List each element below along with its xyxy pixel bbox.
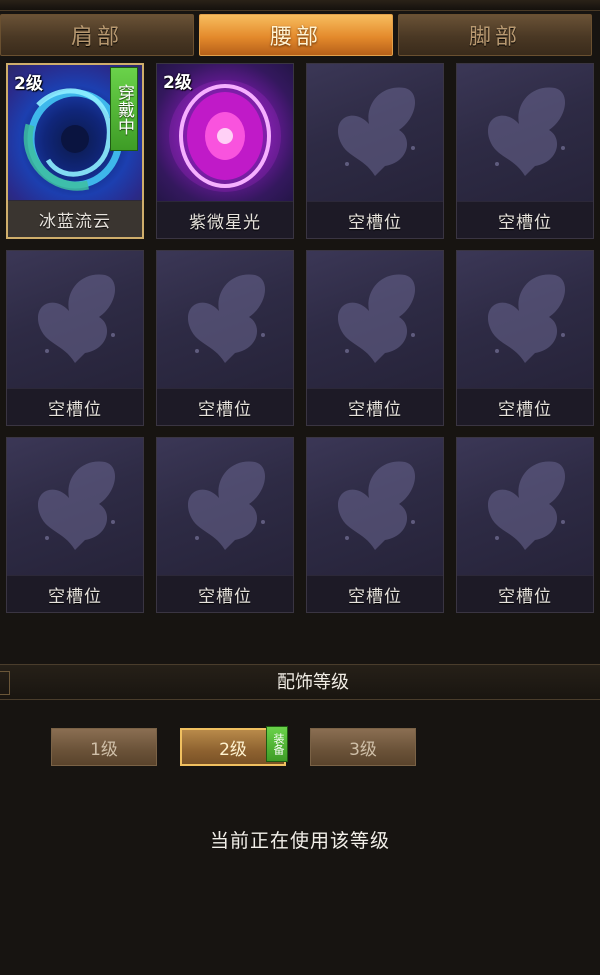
butterfly-placeholder-icon [7, 251, 143, 389]
butterfly-placeholder-icon [307, 438, 443, 576]
butterfly-placeholder-icon [457, 438, 593, 576]
butterfly-placeholder-icon [157, 438, 293, 576]
butterfly-placeholder-icon [457, 64, 593, 202]
tab-feet[interactable]: 脚部 [398, 14, 592, 56]
butterfly-placeholder-icon [307, 64, 443, 202]
slot-name: 空槽位 [457, 201, 593, 238]
level-1-button[interactable]: 1级 [51, 728, 157, 766]
slot-name: 空槽位 [307, 575, 443, 612]
butterfly-placeholder-icon [307, 251, 443, 389]
empty-slot[interactable]: 空槽位 [6, 437, 144, 613]
slot-name: 空槽位 [307, 201, 443, 238]
empty-slot[interactable]: 空槽位 [456, 63, 594, 239]
butterfly-placeholder-icon [7, 438, 143, 576]
level-badge: 2级 [163, 73, 192, 93]
slot-name: 空槽位 [7, 575, 143, 612]
empty-slot[interactable]: 空槽位 [156, 250, 294, 426]
top-frame-rule [0, 0, 600, 11]
level-3-button[interactable]: 3级 [310, 728, 416, 766]
slot-name: 紫微星光 [157, 201, 293, 238]
empty-slot[interactable]: 空槽位 [306, 63, 444, 239]
butterfly-placeholder-icon [457, 251, 593, 389]
slot-card[interactable]: 2级 紫微星光 [156, 63, 294, 239]
slot-name: 空槽位 [7, 388, 143, 425]
slot-card-selected[interactable]: 2级 穿戴中 冰蓝流云 [6, 63, 144, 239]
level-section-header: 配饰等级 [0, 664, 600, 700]
slot-name: 冰蓝流云 [8, 200, 142, 237]
equip-tag: 装备 [266, 726, 288, 762]
butterfly-placeholder-icon [157, 251, 293, 389]
slot-name: 空槽位 [457, 575, 593, 612]
slot-name: 空槽位 [457, 388, 593, 425]
empty-slot[interactable]: 空槽位 [456, 250, 594, 426]
equipped-tag: 穿戴中 [110, 67, 138, 151]
empty-slot[interactable]: 空槽位 [306, 437, 444, 613]
level-badge: 2级 [14, 74, 43, 94]
tab-shoulder[interactable]: 肩部 [0, 14, 194, 56]
level-section-title: 配饰等级 [277, 672, 349, 693]
slot-name: 空槽位 [157, 388, 293, 425]
tab-waist[interactable]: 腰部 [199, 14, 393, 56]
level-status-text: 当前正在使用该等级 [209, 830, 390, 852]
slot-name: 空槽位 [157, 575, 293, 612]
empty-slot[interactable]: 空槽位 [456, 437, 594, 613]
empty-slot[interactable]: 空槽位 [6, 250, 144, 426]
slot-name: 空槽位 [307, 388, 443, 425]
empty-slot[interactable]: 空槽位 [306, 250, 444, 426]
empty-slot[interactable]: 空槽位 [156, 437, 294, 613]
